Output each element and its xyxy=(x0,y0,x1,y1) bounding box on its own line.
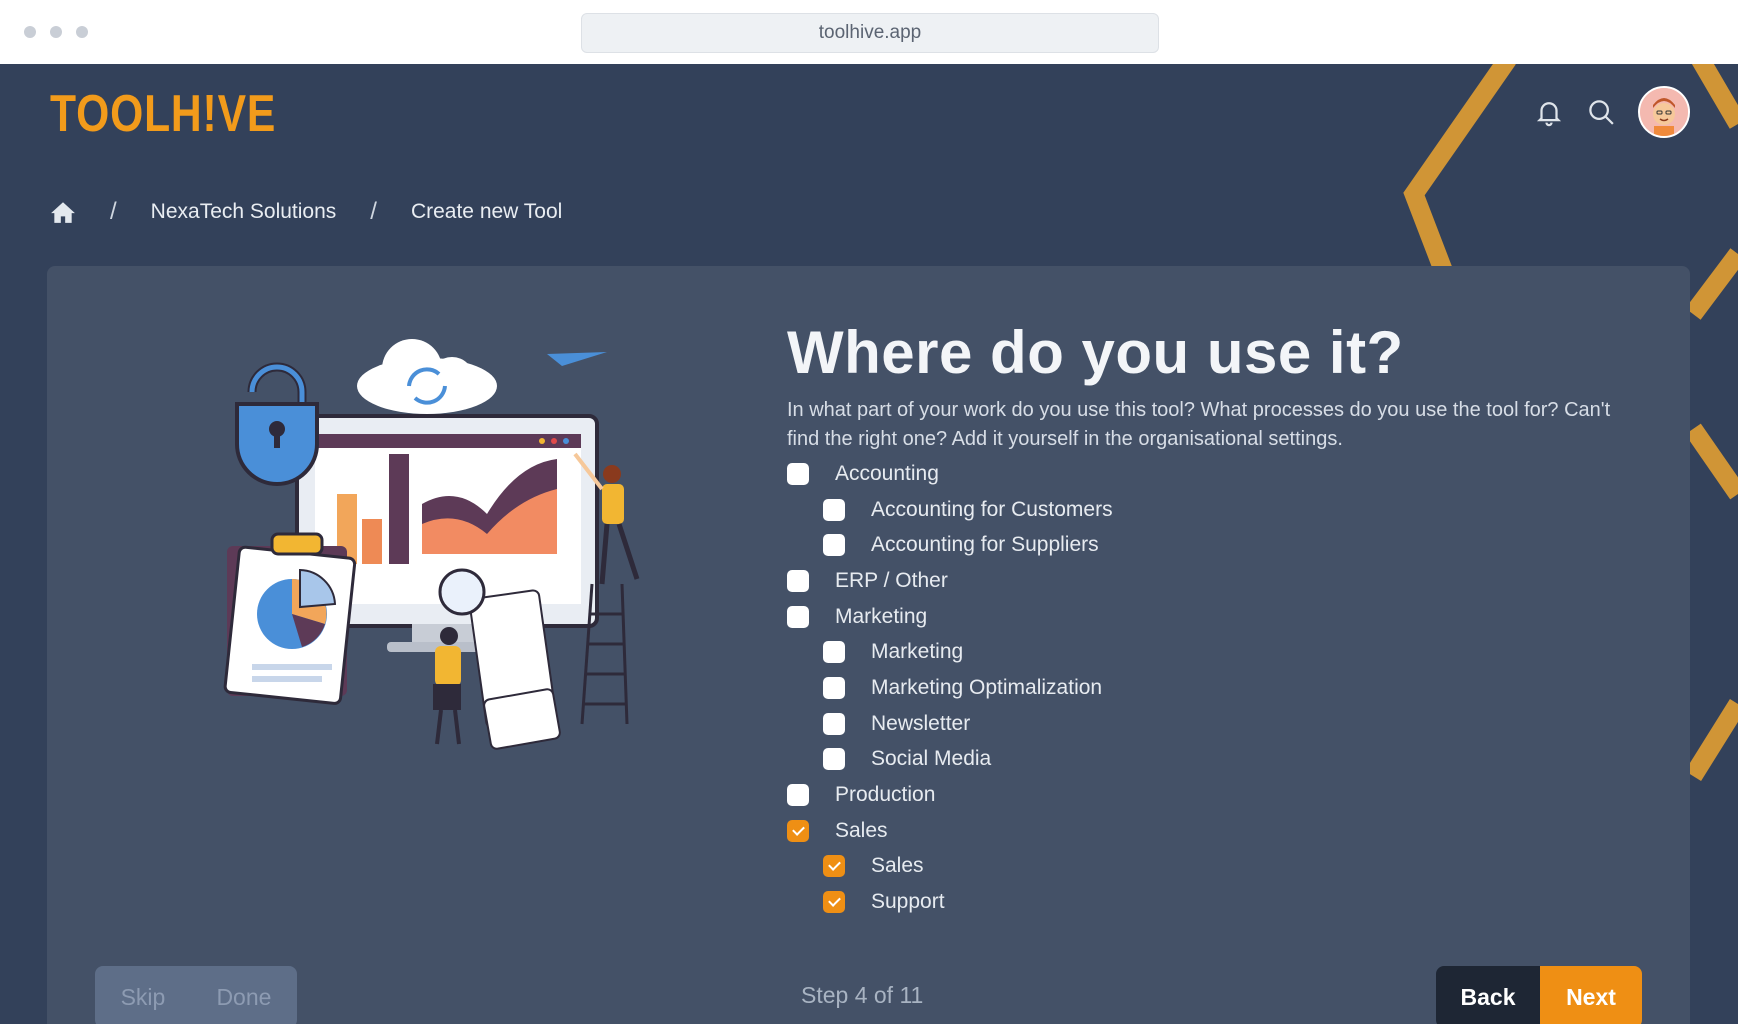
wizard-navigation: Back Next xyxy=(1436,966,1642,1024)
checkbox-label[interactable]: Accounting xyxy=(835,462,939,486)
cloud-sync-icon xyxy=(357,339,497,414)
window-controls xyxy=(24,26,88,38)
app-frame: TOOLH!VE / NexaTech Solutions / Create n… xyxy=(0,64,1738,1024)
checkbox-label[interactable]: Marketing xyxy=(835,605,927,629)
lock-icon xyxy=(235,362,319,486)
checkbox-unchecked[interactable] xyxy=(823,676,845,699)
checkbox-label[interactable]: Marketing xyxy=(871,640,963,664)
checkbox-label[interactable]: Sales xyxy=(835,819,888,843)
page-title: Where do you use it? xyxy=(787,319,1404,386)
checkbox-unchecked[interactable] xyxy=(823,748,845,771)
page-description: In what part of your work do you use thi… xyxy=(787,399,1611,450)
checkbox-unchecked[interactable] xyxy=(823,712,845,735)
avatar[interactable] xyxy=(1638,86,1690,138)
browser-chrome: toolhive.app xyxy=(0,0,1738,65)
back-button[interactable]: Back xyxy=(1436,966,1540,1024)
checkbox-option[interactable]: Marketing xyxy=(787,599,1113,635)
header-actions xyxy=(1534,86,1690,138)
checkbox-unchecked[interactable] xyxy=(787,784,809,807)
checkbox-option[interactable]: Newsletter xyxy=(787,706,1113,742)
checkbox-option[interactable]: Production xyxy=(787,777,1113,813)
wizard-card: Where do you use it? In what part of you… xyxy=(47,266,1690,1024)
checkbox-option[interactable]: Accounting for Customers xyxy=(787,492,1113,528)
checkbox-label[interactable]: Accounting for Suppliers xyxy=(871,533,1099,557)
avatar-face-icon xyxy=(1640,88,1688,136)
checkbox-checked[interactable] xyxy=(823,891,845,914)
checkbox-label[interactable]: Production xyxy=(835,783,935,807)
checkbox-option[interactable]: Sales xyxy=(787,813,1113,849)
checkbox-unchecked[interactable] xyxy=(823,534,845,557)
done-button[interactable]: Done xyxy=(216,984,271,1011)
checkbox-option[interactable]: Support xyxy=(787,884,1113,920)
window-dot[interactable] xyxy=(50,26,62,38)
checkbox-label[interactable]: Sales xyxy=(871,854,924,878)
checkbox-option[interactable]: Accounting xyxy=(787,456,1113,492)
breadcrumb-separator: / xyxy=(370,198,377,225)
window-dot[interactable] xyxy=(76,26,88,38)
checkbox-unchecked[interactable] xyxy=(787,605,809,628)
checkbox-option[interactable]: Marketing Optimalization xyxy=(787,670,1113,706)
checkbox-unchecked[interactable] xyxy=(787,462,809,485)
checkbox-unchecked[interactable] xyxy=(787,569,809,592)
step-indicator: Step 4 of 11 xyxy=(801,982,924,1008)
usage-checkbox-list: Accounting Accounting for Customers Accoun… xyxy=(787,456,1113,920)
checkbox-label[interactable]: Newsletter xyxy=(871,712,970,736)
checkbox-option[interactable]: Accounting for Suppliers xyxy=(787,527,1113,563)
checkbox-unchecked[interactable] xyxy=(823,498,845,521)
next-button[interactable]: Next xyxy=(1540,966,1642,1024)
breadcrumb-separator: / xyxy=(110,198,117,225)
toolhive-logo[interactable]: TOOLH!VE xyxy=(50,84,276,144)
checkbox-label[interactable]: ERP / Other xyxy=(835,569,948,593)
tool-illustration xyxy=(223,339,640,750)
address-bar[interactable]: toolhive.app xyxy=(581,13,1159,53)
checkbox-option[interactable]: Sales xyxy=(787,849,1113,885)
home-icon[interactable] xyxy=(50,200,76,224)
checkbox-option[interactable]: Marketing xyxy=(787,634,1113,670)
search-icon[interactable] xyxy=(1586,97,1616,127)
bell-icon[interactable] xyxy=(1534,97,1564,127)
breadcrumb: / NexaTech Solutions / Create new Tool xyxy=(50,198,562,226)
checkbox-label[interactable]: Support xyxy=(871,890,945,914)
checkbox-unchecked[interactable] xyxy=(823,641,845,664)
skip-done-group: Skip Done xyxy=(95,966,297,1024)
breadcrumb-item-current: Create new Tool xyxy=(410,200,563,223)
checkbox-option[interactable]: ERP / Other xyxy=(787,563,1113,599)
checkbox-checked[interactable] xyxy=(787,819,809,842)
breadcrumb-item-organization[interactable]: NexaTech Solutions xyxy=(151,200,337,224)
checkbox-label[interactable]: Social Media xyxy=(871,747,991,771)
checkbox-label[interactable]: Accounting for Customers xyxy=(871,498,1113,522)
checkbox-option[interactable]: Social Media xyxy=(787,742,1113,778)
window-dot[interactable] xyxy=(24,26,36,38)
checkbox-checked[interactable] xyxy=(823,855,845,878)
checkbox-label[interactable]: Marketing Optimalization xyxy=(871,676,1102,700)
skip-button[interactable]: Skip xyxy=(121,984,166,1011)
